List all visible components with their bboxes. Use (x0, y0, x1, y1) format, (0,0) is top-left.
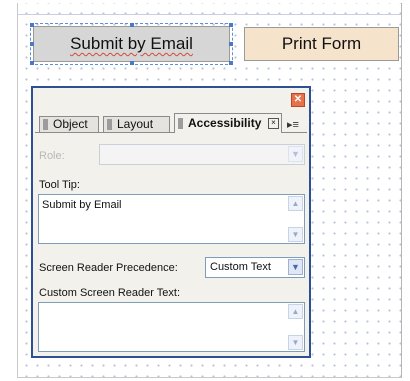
tab-object[interactable]: Object (39, 116, 99, 132)
selection-handle-ne[interactable] (229, 23, 233, 27)
tooltip-text: Submit by Email (42, 199, 122, 211)
tab-accessibility-label: Accessibility (188, 116, 262, 130)
tooltip-scrollbar[interactable]: ▲ ▼ (288, 196, 303, 242)
custom-text-label: Custom Screen Reader Text: (39, 287, 181, 299)
role-label: Role: (39, 150, 65, 162)
tab-grip-icon (43, 119, 48, 130)
scroll-up-icon[interactable]: ▲ (288, 196, 303, 211)
tooltip-textarea[interactable]: Submit by Email ▲ ▼ (38, 194, 305, 244)
tab-close-icon[interactable]: × (268, 118, 279, 129)
custom-text-textarea[interactable]: ▲ ▼ (38, 302, 305, 352)
selection-handle-w[interactable] (30, 42, 34, 46)
selection-handle-e[interactable] (229, 42, 233, 46)
submit-by-email-label: Submit by Email (70, 34, 193, 53)
selection-handle-s[interactable] (130, 61, 134, 65)
chevron-down-icon[interactable]: ▼ (288, 259, 303, 275)
scroll-down-icon[interactable]: ▼ (288, 335, 303, 350)
scroll-down-icon[interactable]: ▼ (288, 227, 303, 242)
selection-handle-se[interactable] (229, 61, 233, 65)
custom-text-scrollbar[interactable]: ▲ ▼ (288, 304, 303, 350)
tab-layout-label: Layout (117, 117, 154, 131)
tab-object-label: Object (53, 117, 88, 131)
chevron-down-icon: ▼ (288, 146, 303, 162)
palette-tab-strip: Object Layout Accessibility × ▸≡ (35, 112, 307, 133)
palette-menu-icon[interactable]: ▸≡ (287, 118, 305, 132)
accessibility-palette: ✕ Object Layout Accessibility × ▸≡ Role:… (31, 86, 311, 358)
tab-grip-icon (107, 119, 112, 130)
scroll-up-icon[interactable]: ▲ (288, 304, 303, 319)
tab-accessibility[interactable]: Accessibility × (174, 113, 282, 133)
role-select[interactable]: ▼ (99, 144, 305, 165)
tooltip-label: Tool Tip: (39, 179, 80, 191)
precedence-value: Custom Text (210, 261, 271, 273)
submit-by-email-button[interactable]: Submit by Email (30, 23, 233, 65)
selection-handle-nw[interactable] (30, 23, 34, 27)
close-icon[interactable]: ✕ (291, 93, 305, 107)
precedence-label: Screen Reader Precedence: (39, 262, 178, 274)
selection-handle-sw[interactable] (30, 61, 34, 65)
print-form-button[interactable]: Print Form (244, 27, 399, 61)
tab-layout[interactable]: Layout (103, 116, 170, 132)
selection-handle-n[interactable] (130, 23, 134, 27)
tab-grip-icon (178, 118, 183, 129)
canvas-ruler-line (17, 14, 401, 15)
precedence-select[interactable]: Custom Text ▼ (205, 257, 305, 278)
print-form-label: Print Form (281, 34, 362, 53)
